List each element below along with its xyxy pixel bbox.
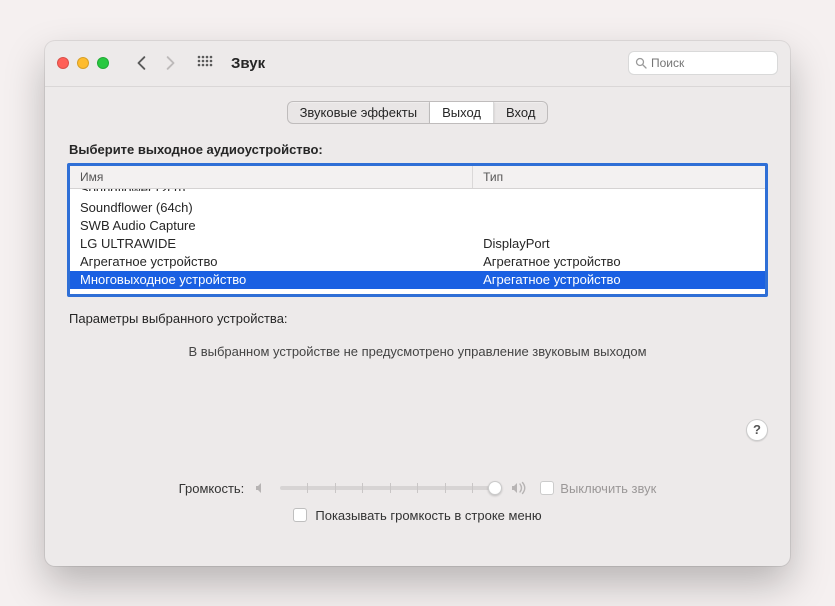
select-output-label: Выберите выходное аудиоустройство: bbox=[69, 142, 768, 157]
zoom-window-button[interactable] bbox=[97, 57, 109, 69]
show-all-icon[interactable] bbox=[197, 55, 213, 71]
minimize-window-button[interactable] bbox=[77, 57, 89, 69]
titlebar: Звук bbox=[45, 41, 790, 87]
nav-arrows bbox=[135, 56, 177, 70]
table-row[interactable]: LG ULTRAWIDE DisplayPort bbox=[70, 235, 765, 253]
device-name-cell: SWB Audio Capture bbox=[70, 217, 473, 235]
no-controls-message: В выбранном устройстве не предусмотрено … bbox=[67, 344, 768, 359]
tab-output[interactable]: Выход bbox=[430, 102, 494, 123]
table-row[interactable]: SWB Audio Capture bbox=[70, 217, 765, 235]
checkbox-box bbox=[540, 481, 554, 495]
device-type-cell bbox=[473, 217, 765, 235]
pane-title: Звук bbox=[231, 55, 265, 72]
output-device-table[interactable]: Имя Тип Soundflower (2ch) Soundflower (6… bbox=[67, 163, 768, 297]
tab-sound-effects[interactable]: Звуковые эффекты bbox=[288, 102, 431, 123]
device-type-cell bbox=[473, 199, 765, 217]
window-controls bbox=[57, 57, 109, 69]
volume-slider-knob[interactable] bbox=[488, 481, 502, 495]
volume-low-icon bbox=[254, 481, 270, 495]
volume-label: Громкость: bbox=[179, 481, 245, 496]
table-row[interactable]: Soundflower (64ch) bbox=[70, 199, 765, 217]
volume-high-icon bbox=[510, 481, 530, 495]
column-name-header[interactable]: Имя bbox=[70, 166, 473, 188]
column-type-header[interactable]: Тип bbox=[473, 166, 765, 188]
search-input[interactable] bbox=[651, 56, 771, 70]
table-row[interactable]: Soundflower (2ch) bbox=[70, 189, 765, 199]
device-name-cell: Soundflower (64ch) bbox=[70, 199, 473, 217]
device-name-cell: Soundflower (2ch) bbox=[70, 189, 473, 191]
help-button[interactable]: ? bbox=[746, 419, 768, 441]
table-body: Soundflower (2ch) Soundflower (64ch) SWB… bbox=[70, 189, 765, 289]
close-window-button[interactable] bbox=[57, 57, 69, 69]
device-name-cell: Многовыходное устройство bbox=[70, 271, 473, 289]
mute-label: Выключить звук bbox=[560, 481, 656, 496]
sound-preferences-window: Звук Звуковые эффекты Выход Вход Выберит… bbox=[45, 41, 790, 566]
table-row[interactable]: Многовыходное устройство Агрегатное устр… bbox=[70, 271, 765, 289]
device-type-cell: DisplayPort bbox=[473, 235, 765, 253]
table-header: Имя Тип bbox=[70, 166, 765, 189]
device-type-cell: Агрегатное устройство bbox=[473, 271, 765, 289]
tab-input[interactable]: Вход bbox=[494, 102, 547, 123]
table-row[interactable]: Агрегатное устройство Агрегатное устройс… bbox=[70, 253, 765, 271]
tabs-segmented-control: Звуковые эффекты Выход Вход bbox=[287, 101, 549, 124]
selected-device-params-label: Параметры выбранного устройства: bbox=[69, 311, 768, 326]
content-area: Звуковые эффекты Выход Вход Выберите вых… bbox=[45, 87, 790, 566]
show-volume-label: Показывать громкость в строке меню bbox=[315, 508, 541, 523]
show-volume-menubar-checkbox[interactable]: Показывать громкость в строке меню bbox=[67, 508, 768, 523]
device-type-cell bbox=[473, 189, 765, 191]
mute-checkbox[interactable]: Выключить звук bbox=[540, 481, 656, 496]
search-field[interactable] bbox=[628, 51, 778, 75]
device-type-cell: Агрегатное устройство bbox=[473, 253, 765, 271]
checkbox-box bbox=[293, 508, 307, 522]
back-button[interactable] bbox=[135, 56, 149, 70]
search-icon bbox=[635, 57, 647, 69]
forward-button[interactable] bbox=[163, 56, 177, 70]
volume-slider[interactable] bbox=[280, 486, 500, 490]
device-name-cell: LG ULTRAWIDE bbox=[70, 235, 473, 253]
device-name-cell: Агрегатное устройство bbox=[70, 253, 473, 271]
output-volume-row: Громкость: Выключить звук bbox=[67, 481, 768, 496]
